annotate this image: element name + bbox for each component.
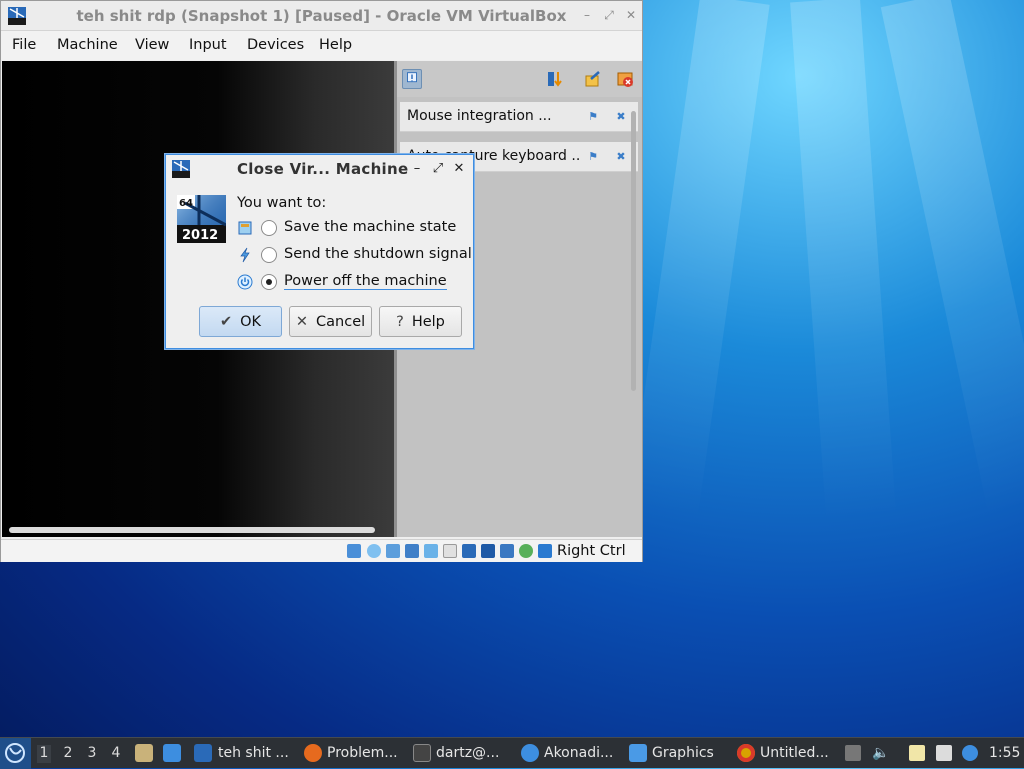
maximize-icon[interactable]: ⤢ (431, 161, 445, 177)
close-notification-icon[interactable]: ✖ (614, 150, 628, 164)
firefox-icon[interactable] (304, 744, 322, 762)
cancel-button-label: Cancel (316, 313, 366, 330)
shared-folders-icon[interactable] (443, 544, 457, 558)
virtualbox-task-icon[interactable] (194, 744, 212, 762)
akonadi-icon[interactable] (521, 744, 539, 762)
workspace-1[interactable]: 1 (37, 745, 51, 763)
desktop-light-ray (880, 0, 1024, 516)
menu-machine[interactable]: Machine (57, 37, 118, 53)
task-graphics[interactable]: Graphics (652, 745, 714, 761)
audio-icon[interactable] (386, 544, 400, 558)
clock[interactable]: 1:55 (989, 745, 1020, 761)
network-icon[interactable] (405, 544, 419, 558)
task-akonadi[interactable]: Akonadi... (544, 745, 613, 761)
virtualization-icon[interactable] (500, 544, 514, 558)
editor-icon[interactable] (737, 744, 755, 762)
notification-item[interactable]: Mouse integration ... ⚑ ✖ (400, 102, 638, 132)
radio-power-off[interactable] (261, 274, 277, 290)
minimize-icon[interactable]: – (410, 161, 424, 177)
host-key-label: Right Ctrl (557, 543, 626, 559)
dialog-titlebar[interactable]: Close Vir... Machine – ⤢ ✕ (166, 155, 473, 184)
radio-save-state[interactable] (261, 220, 277, 236)
usb-icon[interactable] (424, 544, 438, 558)
close-vm-dialog: Close Vir... Machine – ⤢ ✕ 64 2012 You w… (165, 154, 474, 349)
menu-devices[interactable]: Devices (247, 37, 304, 53)
option-shutdown-signal-label[interactable]: Send the shutdown signal (284, 246, 472, 262)
os-windows-2012-icon: 64 2012 (177, 195, 226, 243)
display-icon[interactable] (462, 544, 476, 558)
terminal-icon[interactable] (413, 744, 431, 762)
optical-drive-icon[interactable] (367, 544, 381, 558)
menu-help[interactable]: Help (319, 37, 352, 53)
sort-icon[interactable] (545, 69, 565, 89)
task-firefox[interactable]: Problem... (327, 745, 398, 761)
dialog-title: Close Vir... Machine (237, 160, 409, 178)
menu-file[interactable]: File (12, 37, 36, 53)
check-icon: ✔ (219, 313, 233, 330)
clipboard-icon[interactable] (909, 745, 925, 761)
ok-button-label: OK (240, 313, 262, 330)
window-title: teh shit rdp (Snapshot 1) [Paused] - Ora… (76, 7, 567, 25)
option-power-off-label[interactable]: Power off the machine (284, 273, 447, 290)
file-manager-launcher-icon[interactable] (135, 744, 153, 762)
start-menu-icon[interactable] (0, 738, 31, 769)
question-icon: ? (396, 313, 404, 330)
menu-view[interactable]: View (135, 37, 169, 53)
close-notification-icon[interactable]: ✖ (614, 110, 628, 124)
dialog-prompt: You want to: (237, 195, 327, 211)
video-capture-icon[interactable] (481, 544, 495, 558)
power-off-icon (237, 274, 253, 290)
status-bar: Right Ctrl (1, 539, 642, 562)
help-icon[interactable]: ⚑ (586, 150, 600, 164)
desktop-light-ray (627, 0, 770, 520)
ok-button[interactable]: ✔ OK (199, 306, 282, 337)
window-titlebar[interactable]: teh shit rdp (Snapshot 1) [Paused] - Ora… (1, 1, 642, 31)
keep-finished-icon[interactable] (583, 69, 603, 89)
tray-up-icon[interactable] (845, 745, 861, 761)
minimize-icon[interactable]: – (579, 7, 595, 23)
remove-all-icon[interactable] (615, 69, 635, 89)
os-icon-year: 2012 (182, 228, 218, 243)
vertical-scrollbar[interactable] (631, 111, 636, 391)
radio-shutdown-signal[interactable] (261, 247, 277, 263)
workspace-2[interactable]: 2 (61, 745, 75, 761)
notification-text: Mouse integration ... (407, 108, 552, 124)
workspace-4[interactable]: 4 (109, 745, 123, 761)
cancel-button[interactable]: ✕ Cancel (289, 306, 372, 337)
desktop-light-ray (790, 0, 897, 522)
option-save-state-label[interactable]: Save the machine state (284, 219, 456, 235)
notification-tray-icon[interactable] (962, 745, 978, 761)
menu-input[interactable]: Input (189, 37, 227, 53)
keyboard-capture-icon[interactable] (538, 544, 552, 558)
taskbar: 1 2 3 4 teh shit ... Problem... dartz@..… (0, 737, 1024, 769)
close-icon[interactable]: ✕ (452, 161, 466, 177)
volume-icon[interactable]: 🔈 (872, 745, 889, 761)
hard-disk-icon[interactable] (347, 544, 361, 558)
horizontal-scrollbar[interactable] (9, 527, 375, 533)
cross-icon: ✕ (295, 313, 309, 330)
close-icon[interactable]: ✕ (623, 7, 639, 23)
workspace-3[interactable]: 3 (85, 745, 99, 761)
task-terminal[interactable]: dartz@... (436, 745, 499, 761)
save-state-icon (238, 221, 252, 235)
maximize-icon[interactable]: ⤢ (601, 7, 617, 23)
virtualbox-app-icon (172, 160, 190, 178)
os-icon-badge: 64 (179, 198, 193, 209)
task-untitled[interactable]: Untitled... (760, 745, 829, 761)
menubar: File Machine View Input Devices Help (1, 31, 642, 60)
notification-bell-icon[interactable] (402, 69, 422, 89)
mouse-integration-icon[interactable] (519, 544, 533, 558)
help-button[interactable]: ? Help (379, 306, 462, 337)
help-icon[interactable]: ⚑ (586, 110, 600, 124)
task-virtualbox[interactable]: teh shit ... (218, 745, 289, 761)
help-button-label: Help (411, 313, 445, 330)
shutdown-signal-icon (240, 247, 250, 263)
network-tray-icon[interactable] (936, 745, 952, 761)
notification-toolbar (397, 61, 642, 97)
show-desktop-icon[interactable] (163, 744, 181, 762)
folder-icon[interactable] (629, 744, 647, 762)
